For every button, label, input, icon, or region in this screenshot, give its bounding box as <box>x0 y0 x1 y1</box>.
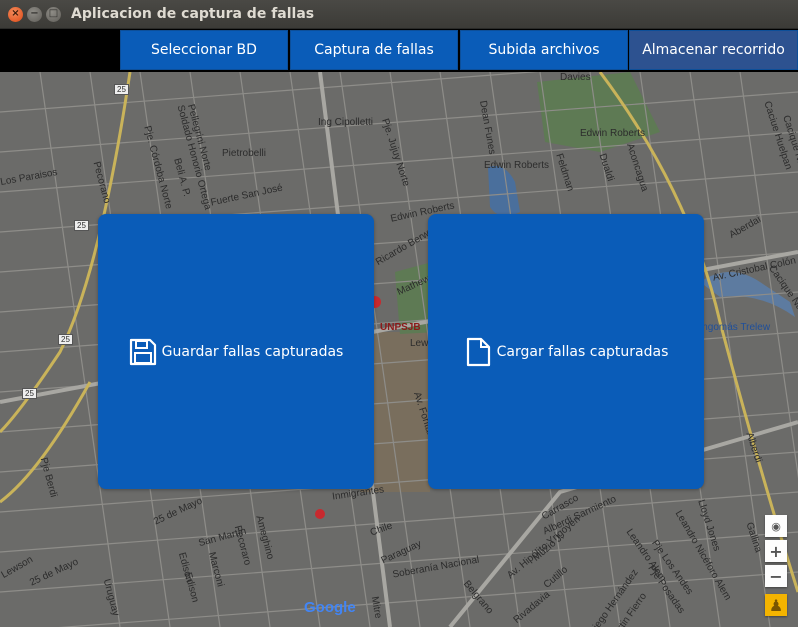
route-shield: 25 <box>74 220 89 231</box>
select-db-button[interactable]: Seleccionar BD <box>120 30 288 70</box>
zoom-out-button[interactable]: − <box>765 565 787 587</box>
map-label-poi: UNPSJB <box>380 322 421 333</box>
maximize-window-button[interactable]: □ <box>46 6 61 22</box>
pegman-icon[interactable]: ♟ <box>765 594 787 616</box>
google-logo-text: Google <box>304 599 356 616</box>
window-title: Aplicacion de captura de fallas <box>71 6 315 22</box>
document-icon <box>466 337 490 366</box>
route-shield: 25 <box>114 84 129 95</box>
store-route-button[interactable]: Almacenar recorrido <box>629 30 798 70</box>
top-navbar: Seleccionar BD Captura de fallas Subida … <box>0 29 798 72</box>
map-label: Ing Cipolletti <box>318 117 374 128</box>
floppy-disk-icon <box>129 338 156 365</box>
map-label: Edwin Roberts <box>580 128 646 139</box>
upload-files-button[interactable]: Subida archivos <box>460 30 628 70</box>
google-logo: Google <box>304 599 356 616</box>
load-captured-faults-label: Cargar fallas capturadas <box>496 343 669 360</box>
capture-faults-button[interactable]: Captura de fallas <box>290 30 458 70</box>
route-shield: 25 <box>22 388 37 399</box>
minimize-window-button[interactable]: − <box>27 6 42 22</box>
zoom-in-button[interactable]: + <box>765 540 787 562</box>
map-label: Edwin Roberts <box>484 160 550 171</box>
route-shield: 25 <box>58 334 73 345</box>
map-label: Pietrobelli <box>222 148 266 159</box>
map-label: Davies <box>560 72 591 83</box>
locate-me-button[interactable]: ◉ <box>765 515 787 537</box>
window-titlebar: × − □ Aplicacion de captura de fallas <box>0 0 798 29</box>
load-captured-faults-button[interactable]: Cargar fallas capturadas <box>428 214 704 489</box>
save-captured-faults-label: Guardar fallas capturadas <box>161 343 344 360</box>
save-captured-faults-button[interactable]: Guardar fallas capturadas <box>98 214 374 489</box>
close-window-button[interactable]: × <box>8 6 23 22</box>
